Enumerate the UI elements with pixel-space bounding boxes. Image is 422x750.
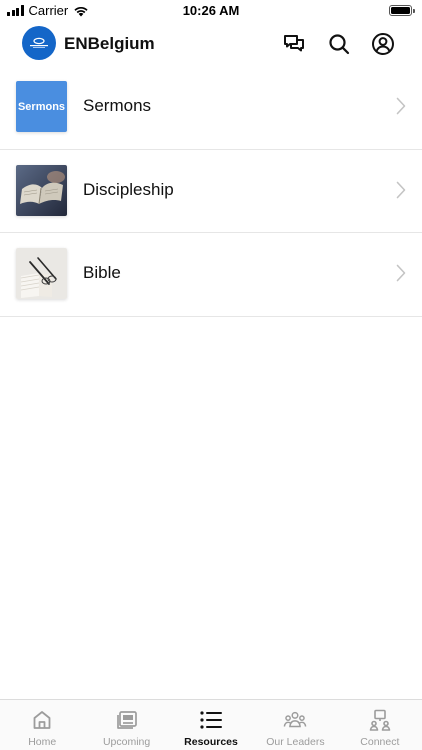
app-header: ENBelgium [0,22,422,66]
bible-thumbnail [16,248,67,299]
list-item-label: Bible [83,263,121,282]
discipleship-thumbnail [16,164,67,216]
list-icon [200,711,223,729]
tab-upcoming[interactable]: Upcoming [84,700,168,750]
resources-list: Sermons Sermons Discipleship Bible [0,66,422,317]
app-title: ENBelgium [64,34,155,53]
status-bar: Carrier 10:26 AM [0,0,422,22]
tab-label: Connect [360,736,400,748]
leaders-icon [284,711,307,728]
search-icon [329,34,350,55]
chevron-right-icon [396,97,406,115]
tab-home[interactable]: Home [0,700,84,750]
app-logo [22,26,56,60]
profile-button[interactable] [371,32,395,56]
open-bible-image [16,164,67,216]
sermons-thumbnail-text: Sermons [17,100,66,113]
list-item-bible[interactable]: Bible [0,233,422,317]
book-glasses-image [16,248,67,299]
tab-our-leaders[interactable]: Our Leaders [253,700,337,750]
chat-button[interactable] [282,32,306,56]
tab-bar: Home Upcoming Resources Our Leaders Conn… [0,699,422,750]
tab-label: Home [28,736,57,748]
list-item-sermons[interactable]: Sermons Sermons [0,66,422,150]
list-item-label: Discipleship [83,179,174,199]
connect-icon [369,709,391,731]
home-icon [33,711,51,729]
battery-icon [389,5,415,16]
chevron-right-icon [396,181,406,198]
tab-label: Our Leaders [266,736,325,748]
chat-icon [284,35,304,52]
sermons-thumbnail: Sermons [16,81,67,132]
upcoming-icon [116,711,137,729]
chevron-right-icon [396,264,406,282]
list-item-label: Sermons [83,96,152,115]
list-item-discipleship[interactable]: Discipleship [0,150,422,233]
tab-connect[interactable]: Connect [338,700,422,750]
profile-icon [372,33,394,55]
tab-label: Upcoming [102,736,151,748]
tab-label: Resources [184,736,238,748]
search-button[interactable] [327,32,351,56]
logo-mark-icon [30,37,48,48]
status-time: 10:26 AM [182,3,240,18]
tab-resources[interactable]: Resources [169,700,253,750]
